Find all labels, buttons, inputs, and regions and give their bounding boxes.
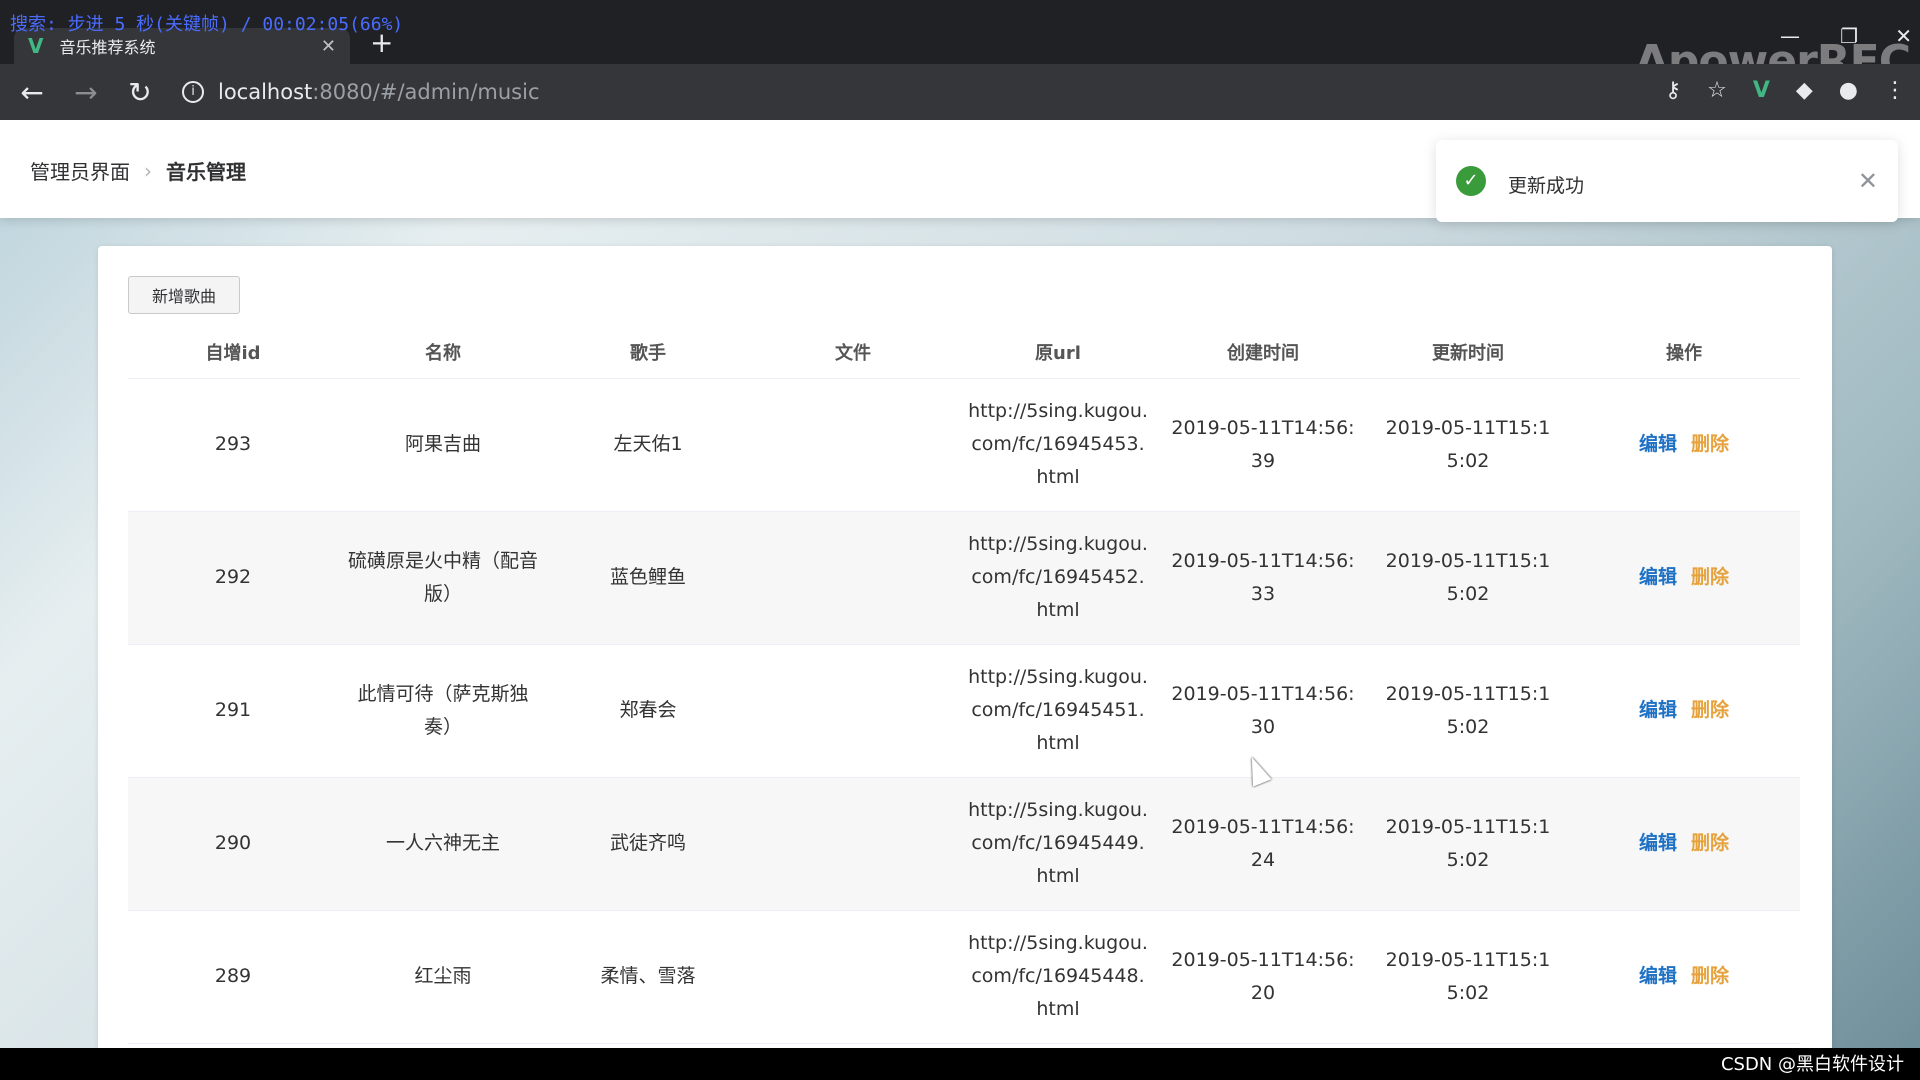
cell-name: 硫磺原是火中精（配音版）: [338, 511, 548, 645]
edit-button[interactable]: 编辑: [1639, 832, 1677, 854]
profile-avatar-icon[interactable]: ●: [1839, 78, 1858, 103]
table-row: 293 阿果吉曲 左天佑1 http://5sing.kugou.com/fc/…: [128, 378, 1800, 512]
toast-message: 更新成功: [1508, 174, 1585, 197]
cell-created: 2019-05-11T14:56:30: [1158, 644, 1368, 778]
key-icon[interactable]: ⚷: [1665, 78, 1681, 103]
cell-actions: 编辑 删除: [1568, 378, 1800, 512]
cell-singer: 柔情、雪落: [548, 910, 748, 1044]
cell-url: http://5sing.kugou.com/fc/16945448.html: [958, 910, 1158, 1044]
header-singer[interactable]: 歌手: [548, 326, 748, 379]
vue-favicon-icon: V: [28, 34, 44, 58]
header-created[interactable]: 创建时间: [1158, 326, 1368, 379]
vue-devtools-icon[interactable]: V: [1753, 78, 1770, 103]
delete-button[interactable]: 删除: [1691, 566, 1729, 588]
cell-file: [748, 777, 958, 911]
cell-singer: 左天佑1: [548, 378, 748, 512]
menu-kebab-icon[interactable]: ⋮: [1884, 78, 1906, 103]
header-actions: 操作: [1568, 326, 1800, 379]
cell-file: [748, 511, 958, 645]
header-url[interactable]: 原url: [958, 326, 1158, 379]
cell-name: 红尘雨: [338, 910, 548, 1044]
cell-created: 2019-05-11T14:56:20: [1158, 910, 1368, 1044]
cell-id: 290: [128, 777, 338, 911]
cell-actions: 编辑 删除: [1568, 777, 1800, 911]
cell-name: 阿果吉曲: [338, 378, 548, 512]
cell-actions: 编辑 删除: [1568, 511, 1800, 645]
cell-actions: 编辑 删除: [1568, 910, 1800, 1044]
table-header-row: 自增id 名称 歌手 文件 原url 创建时间 更新时间 操作: [128, 326, 1800, 379]
cell-id: 293: [128, 378, 338, 512]
url-field[interactable]: i localhost:8080/#/admin/music: [182, 80, 540, 104]
delete-button[interactable]: 删除: [1691, 699, 1729, 721]
forward-icon[interactable]: →: [64, 76, 108, 109]
cell-file: [748, 644, 958, 778]
cell-url: http://5sing.kugou.com/fc/16945449.html: [958, 777, 1158, 911]
table-row: 289 红尘雨 柔情、雪落 http://5sing.kugou.com/fc/…: [128, 910, 1800, 1044]
cell-actions: 编辑 删除: [1568, 644, 1800, 778]
bookmark-star-icon[interactable]: ☆: [1707, 78, 1727, 103]
cell-created: 2019-05-11T14:56:24: [1158, 777, 1368, 911]
cell-updated: 2019-05-11T15:15:02: [1368, 777, 1568, 911]
delete-button[interactable]: 删除: [1691, 965, 1729, 987]
player-overlay-text: 搜索: 步进 5 秒(关键帧) / 00:02:05(66%): [10, 14, 404, 35]
cell-url: http://5sing.kugou.com/fc/16945451.html: [958, 644, 1158, 778]
cell-updated: 2019-05-11T15:15:02: [1368, 511, 1568, 645]
header-name[interactable]: 名称: [338, 326, 548, 379]
bottom-black-bar: [0, 1048, 1920, 1080]
music-table: 自增id 名称 歌手 文件 原url 创建时间 更新时间 操作 293 阿果吉曲…: [128, 326, 1800, 1044]
table-row: 291 此情可待（萨克斯独奏） 郑春会 http://5sing.kugou.c…: [128, 644, 1800, 778]
breadcrumb-current: 音乐管理: [166, 160, 246, 184]
delete-button[interactable]: 删除: [1691, 832, 1729, 854]
csdn-credit: CSDN @黑白软件设计: [1720, 1054, 1904, 1075]
check-circle-icon: ✓: [1456, 166, 1486, 196]
extension-icon[interactable]: ◆: [1796, 78, 1813, 103]
cell-created: 2019-05-11T14:56:39: [1158, 378, 1368, 512]
table-row: 290 一人六神无主 武徒齐鸣 http://5sing.kugou.com/f…: [128, 777, 1800, 911]
cell-url: http://5sing.kugou.com/fc/16945453.html: [958, 378, 1158, 512]
cell-singer: 武徒齐鸣: [548, 777, 748, 911]
site-info-icon[interactable]: i: [182, 81, 204, 103]
success-toast: ✓ 更新成功 ✕: [1436, 140, 1898, 222]
toast-close-icon[interactable]: ✕: [1858, 167, 1878, 195]
url-path: :8080/#/admin/music: [312, 80, 540, 104]
reload-icon[interactable]: ↻: [118, 76, 162, 109]
cell-file: [748, 910, 958, 1044]
cell-id: 292: [128, 511, 338, 645]
address-bar: ← → ↻ i localhost:8080/#/admin/music ⚷ ☆…: [0, 64, 1920, 120]
cell-id: 291: [128, 644, 338, 778]
cell-id: 289: [128, 910, 338, 1044]
edit-button[interactable]: 编辑: [1639, 699, 1677, 721]
back-icon[interactable]: ←: [10, 76, 54, 109]
breadcrumb: 管理员界面 › 音乐管理: [30, 156, 246, 185]
breadcrumb-root[interactable]: 管理员界面: [30, 156, 130, 185]
chevron-right-icon: ›: [144, 158, 152, 183]
cell-name: 一人六神无主: [338, 777, 548, 911]
cell-updated: 2019-05-11T15:15:02: [1368, 910, 1568, 1044]
cell-created: 2019-05-11T14:56:33: [1158, 511, 1368, 645]
tab-title: 音乐推荐系统: [59, 38, 156, 57]
add-song-button[interactable]: 新增歌曲: [128, 276, 240, 314]
header-updated[interactable]: 更新时间: [1368, 326, 1568, 379]
cell-updated: 2019-05-11T15:15:02: [1368, 378, 1568, 512]
header-file[interactable]: 文件: [748, 326, 958, 379]
cell-updated: 2019-05-11T15:15:02: [1368, 644, 1568, 778]
cell-singer: 郑春会: [548, 644, 748, 778]
table-row: 292 硫磺原是火中精（配音版） 蓝色鲤鱼 http://5sing.kugou…: [128, 511, 1800, 645]
edit-button[interactable]: 编辑: [1639, 965, 1677, 987]
delete-button[interactable]: 删除: [1691, 433, 1729, 455]
tab-close-icon[interactable]: ✕: [321, 36, 336, 57]
header-id[interactable]: 自增id: [128, 326, 338, 379]
edit-button[interactable]: 编辑: [1639, 566, 1677, 588]
page-content: 管理员界面 › 音乐管理 ✓ 更新成功 ✕ 新增歌曲 自增id 名称 歌手 文件…: [0, 120, 1920, 1048]
cell-file: [748, 378, 958, 512]
cell-singer: 蓝色鲤鱼: [548, 511, 748, 645]
url-host: localhost: [218, 80, 313, 104]
edit-button[interactable]: 编辑: [1639, 433, 1677, 455]
cell-name: 此情可待（萨克斯独奏）: [338, 644, 548, 778]
cell-url: http://5sing.kugou.com/fc/16945452.html: [958, 511, 1158, 645]
music-table-card: 新增歌曲 自增id 名称 歌手 文件 原url 创建时间 更新时间 操作 293…: [98, 246, 1832, 1048]
